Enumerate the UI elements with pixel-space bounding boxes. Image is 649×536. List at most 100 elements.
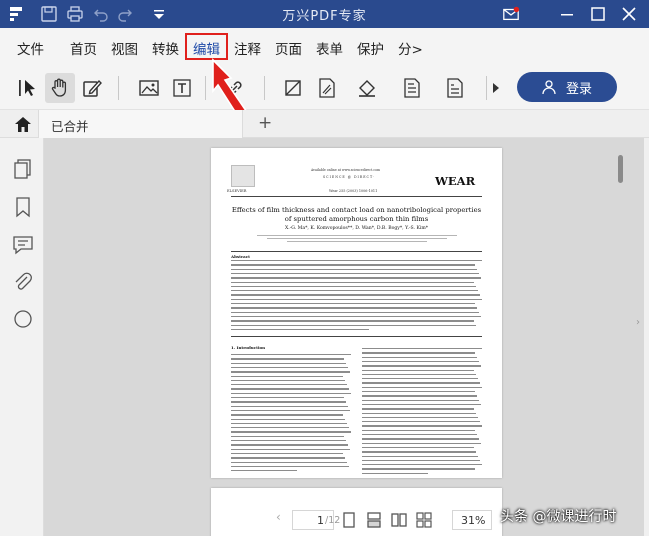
science-direct-label: SCIENCE @ DIRECT·: [323, 175, 376, 179]
text-line: [231, 405, 348, 407]
text-line: [231, 298, 482, 301]
text-line: [231, 264, 475, 266]
text-line: [231, 268, 477, 270]
text-line: [231, 397, 344, 399]
text-line: [362, 438, 479, 440]
menu-file[interactable]: 文件: [17, 38, 44, 58]
menu-page[interactable]: 页面: [275, 38, 302, 58]
thumbnails-icon[interactable]: [12, 158, 34, 180]
background-tool[interactable]: [352, 73, 382, 103]
text-line: [362, 434, 477, 436]
text-line: [362, 455, 478, 457]
select-arrow-icon: [19, 80, 35, 96]
paper-authors: X.-G. Ma*, K. Komvopoulos**, D. Wan*, D.…: [284, 226, 429, 231]
menu-convert[interactable]: 转换: [152, 38, 179, 58]
maximize-icon[interactable]: [589, 5, 607, 23]
hand-tool[interactable]: [45, 73, 75, 103]
crop-tool[interactable]: [278, 73, 308, 103]
text-line: [231, 427, 349, 429]
text-line: [362, 356, 477, 358]
toolbar-separator: [486, 76, 487, 100]
add-tab-button[interactable]: +: [258, 113, 272, 133]
two-page-view-icon[interactable]: [390, 511, 408, 529]
text-line: [362, 408, 474, 410]
vertical-scrollbar-thumb[interactable]: [618, 155, 623, 183]
menu-form[interactable]: 表单: [316, 38, 343, 58]
edit-content-tool[interactable]: [77, 73, 107, 103]
bates-number-tool[interactable]: [440, 73, 470, 103]
menu-home[interactable]: 首页: [70, 38, 97, 58]
prev-page-icon[interactable]: ‹: [276, 510, 281, 524]
text-line: [231, 362, 346, 364]
home-icon[interactable]: [13, 115, 33, 133]
menu-protect[interactable]: 保护: [357, 38, 384, 58]
search-icon[interactable]: [12, 308, 34, 330]
text-line: [231, 315, 481, 318]
attachment-icon[interactable]: [12, 271, 34, 293]
mail-icon[interactable]: [502, 5, 520, 23]
menu-more[interactable]: 分>: [398, 38, 423, 58]
header-footer-tool[interactable]: [397, 73, 427, 103]
page-number-input[interactable]: 1 /12: [292, 510, 340, 530]
hand-icon: [51, 78, 67, 97]
text-line: [231, 281, 474, 283]
single-page-view-icon[interactable]: [340, 511, 358, 529]
text-line: [362, 352, 475, 354]
minimize-icon[interactable]: [558, 5, 576, 23]
add-image-tool[interactable]: [134, 73, 164, 103]
elsevier-logo: [231, 165, 255, 187]
toolbar-separator: [118, 76, 119, 100]
comment-icon[interactable]: [12, 234, 34, 256]
watermark-tool[interactable]: [312, 73, 342, 103]
text-line: [231, 272, 479, 275]
crop-icon: [285, 80, 301, 96]
edit-menu-highlight-box: [185, 33, 228, 60]
text-line: [267, 238, 447, 240]
menu-comment[interactable]: 注释: [234, 38, 261, 58]
login-button[interactable]: 登录: [517, 72, 617, 102]
image-icon: [139, 80, 159, 96]
select-tool[interactable]: [13, 73, 43, 103]
text-line: [362, 386, 482, 389]
text-line: [231, 435, 344, 438]
text-line: [362, 416, 478, 419]
text-line: [231, 409, 350, 412]
watermark-icon: [319, 78, 335, 98]
continuous-view-icon[interactable]: [365, 511, 383, 529]
text-line: [231, 470, 297, 472]
abstract-top-rule: [231, 251, 482, 252]
text-line: [231, 457, 345, 459]
tab-document[interactable]: 已合并: [38, 110, 243, 138]
toolbar-scroll-right-icon[interactable]: [492, 82, 500, 94]
paper-title: Effects of film thickness and contact lo…: [231, 206, 482, 223]
text-line: [231, 324, 476, 326]
text-line: [231, 311, 479, 313]
text-line: [231, 371, 350, 373]
bates-number-icon: [447, 78, 463, 98]
text-line: [362, 472, 428, 475]
abstract-bottom-rule: [231, 336, 482, 337]
zoom-level[interactable]: 31%: [452, 510, 492, 530]
user-icon: [542, 80, 556, 95]
login-label: 登录: [566, 82, 593, 97]
text-line: [231, 448, 350, 450]
document-area: ELSEVIER Available online at www.science…: [44, 138, 644, 536]
menu-view[interactable]: 视图: [111, 38, 138, 58]
text-line: [231, 388, 349, 390]
side-panel: [0, 138, 44, 536]
text-line: [231, 414, 343, 416]
right-panel-collapse-icon[interactable]: ›: [636, 317, 640, 328]
tab-bar: 已合并 +: [0, 110, 649, 138]
zoom-value: 31%: [461, 514, 486, 527]
title-bar: 万兴PDF专家: [0, 0, 649, 28]
two-page-continuous-view-icon[interactable]: [415, 511, 433, 529]
close-icon[interactable]: [620, 5, 638, 23]
text-line: [362, 446, 474, 449]
text-line: [362, 468, 475, 470]
tab-document-label: 已合并: [51, 119, 89, 134]
text-line: [362, 360, 479, 363]
journal-name: WEAR: [435, 174, 476, 188]
bookmark-icon[interactable]: [12, 196, 34, 218]
add-text-tool[interactable]: [167, 73, 197, 103]
text-line: [362, 403, 481, 406]
